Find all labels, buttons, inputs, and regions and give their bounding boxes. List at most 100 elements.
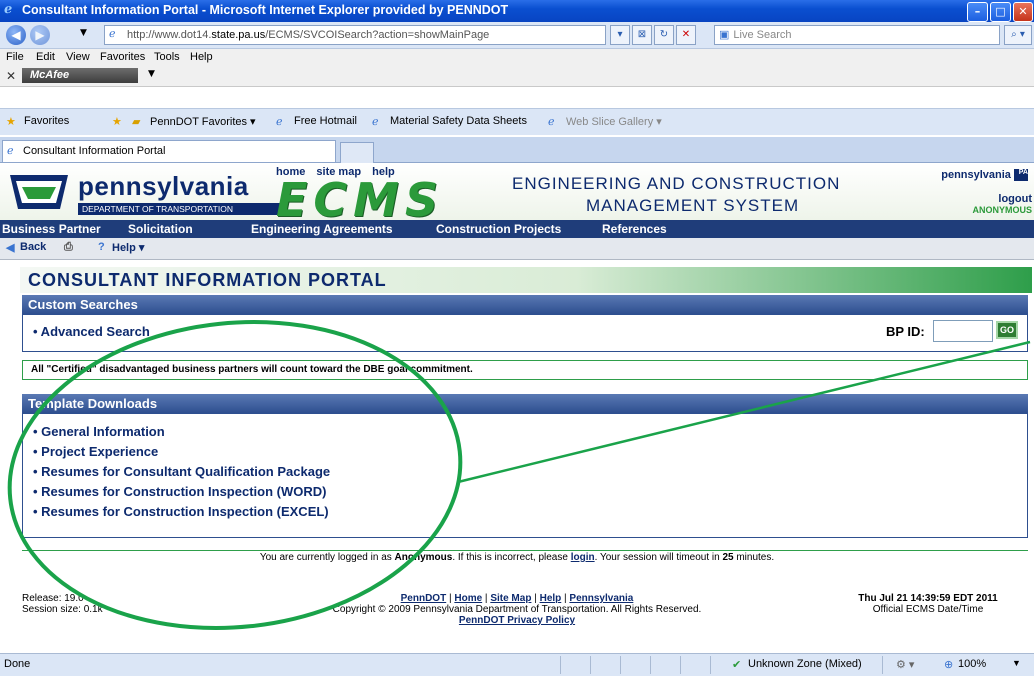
window-title-bar: ℯ Consultant Information Portal - Micros… [0,0,1034,22]
privacy-policy-link[interactable]: PennDOT Privacy Policy [459,615,575,626]
menu-favorites[interactable]: Favorites [100,51,145,63]
zoom-level[interactable]: 100% [958,658,986,670]
download-resumes-cqp[interactable]: • Resumes for Consultant Qualification P… [33,464,330,479]
go-button[interactable]: GO [996,321,1018,339]
footer-penndot-link[interactable]: PennDOT [401,593,447,604]
login-link[interactable]: login [571,552,595,563]
help-dropdown[interactable]: Help ▾ [112,241,144,254]
nav-construction-projects[interactable]: Construction Projects [436,222,561,236]
system-name-line1: ENGINEERING AND CONSTRUCTION [512,174,841,193]
footer-pennsylvania-link[interactable]: Pennsylvania [569,593,633,604]
menu-edit[interactable]: Edit [36,51,55,63]
zoom-dropdown-icon[interactable]: ▼ [1012,658,1021,668]
maximize-button[interactable]: □ [990,2,1011,22]
nav-business-partner[interactable]: Business Partner [2,222,101,236]
nav-references[interactable]: References [602,222,667,236]
fav-msds[interactable]: Material Safety Data Sheets [390,115,527,127]
footer-help-link[interactable]: Help [540,593,562,604]
pa-right-brand: pennsylvania PA [941,169,1028,182]
main-nav: Business Partner Solicitation Engineerin… [0,220,1034,238]
session-message: You are currently logged in as Anonymous… [259,552,775,563]
protected-mode-icon[interactable]: ⚙ ▾ [896,658,914,671]
refresh-icon[interactable]: ↻ [654,25,674,45]
address-toolbar: ◀ ▶ ▼ ℯ http://www.dot14.state.pa.us/ECMS… [0,22,1034,49]
menu-tools[interactable]: Tools [154,51,180,63]
page-title-bar: CONSULTANT INFORMATION PORTAL [20,267,1032,293]
nav-solicitation[interactable]: Solicitation [128,222,193,236]
page-icon: ℯ [7,145,14,157]
bp-id-label: BP ID: [886,324,925,339]
footer-home-link[interactable]: Home [454,593,482,604]
favorites-button[interactable]: Favorites [24,115,69,127]
mcafee-button[interactable]: McAfee [22,68,138,83]
add-favorites-icon[interactable]: ★ [112,115,122,128]
window-title: Consultant Information Portal - Microsof… [22,3,509,17]
custom-searches-header: Custom Searches [22,295,1028,314]
status-bar: Done ✔ Unknown Zone (Mixed) ⚙ ▾ ⊕ 100% ▼ [0,653,1034,676]
page-icon: ℯ [109,28,116,40]
live-search-input[interactable]: ▣ Live Search [714,25,1000,45]
logout-link[interactable]: logout [998,193,1032,205]
close-toolbar-icon[interactable]: ✕ [6,69,16,83]
download-general-information[interactable]: • General Information [33,424,165,439]
nav-engineering-agreements[interactable]: Engineering Agreements [251,222,393,236]
minimize-button[interactable]: – [967,2,988,22]
history-dropdown-icon[interactable]: ▼ [80,28,87,38]
address-bar[interactable]: ℯ http://www.dot14.state.pa.us/ECMS/SVCOI… [104,25,606,45]
fav-web-slice[interactable]: Web Slice Gallery ▾ [566,115,662,128]
new-tab-button[interactable] [340,142,374,163]
menu-file[interactable]: File [6,51,24,63]
custom-searches-box: • Advanced Search [22,314,1028,352]
zoom-icon: ⊕ [944,659,954,671]
compatibility-view-icon[interactable]: ⊠ [632,25,652,45]
back-button[interactable]: Back [20,241,46,253]
menu-bar: File Edit View Favorites Tools Help [0,49,1034,66]
ecms-logo: ECMS [276,173,445,227]
zone-check-icon: ✔ [732,659,742,671]
download-resumes-ci-word[interactable]: • Resumes for Construction Inspection (W… [33,484,326,499]
back-icon: ◀ [6,242,15,254]
template-downloads-box: • General Information • Project Experien… [22,413,1028,538]
page-title: CONSULTANT INFORMATION PORTAL [28,270,387,290]
address-dropdown-icon[interactable]: ▾ [610,25,630,45]
pa-flag-icon: PA [1014,169,1028,182]
tab-consultant-portal[interactable]: ℯ Consultant Information Portal [2,140,336,162]
menu-help[interactable]: Help [190,51,213,63]
advanced-search-link[interactable]: • Advanced Search [33,324,150,339]
ie-logo-icon: ℯ [4,2,13,17]
ecms-datetime: Thu Jul 21 14:39:59 EDT 2011 Official EC… [858,593,998,615]
forward-arrow-icon[interactable]: ▶ [30,25,50,45]
menu-view[interactable]: View [66,51,90,63]
template-downloads-header: Template Downloads [22,394,1028,413]
print-icon[interactable]: ⎙ [64,241,73,254]
divider [22,550,1028,551]
user-name: ANONYMOUS [972,205,1032,215]
footer-sitemap-link[interactable]: Site Map [490,593,531,604]
favorites-star-icon: ★ [6,116,16,128]
pa-dept: DEPARTMENT OF TRANSPORTATION [78,203,282,215]
back-arrow-icon[interactable]: ◀ [6,25,26,45]
mcafee-toolbar: ✕ McAfee ▼ [0,66,1034,87]
mcafee-dropdown-icon[interactable]: ▼ [148,69,155,79]
page-icon: ℯ [372,116,379,128]
keystone-logo-icon [10,175,68,209]
security-zone[interactable]: Unknown Zone (Mixed) [748,658,862,670]
status-text: Done [4,658,31,670]
tab-bar: ℯ Consultant Information Portal [0,137,1034,163]
download-project-experience[interactable]: • Project Experience [33,444,158,459]
stop-icon[interactable]: ✕ [676,25,696,45]
pa-name: pennsylvania [78,171,249,201]
help-icon: ? [98,241,105,253]
folder-icon: ▰ [132,116,141,128]
system-name-line2: MANAGEMENT SYSTEM [586,196,800,215]
fav-penndot[interactable]: PennDOT Favorites ▾ [150,115,256,128]
page-icon: ℯ [276,116,283,128]
dbe-note: All "Certified" disadvantaged business p… [22,360,1028,380]
fav-hotmail[interactable]: Free Hotmail [294,115,357,127]
page-icon: ℯ [548,116,555,128]
bp-id-input[interactable] [933,320,993,342]
close-button[interactable]: ✕ [1013,2,1033,22]
search-icon[interactable]: ⌕ ▾ [1004,25,1032,45]
ecms-header: pennsylvania DEPARTMENT OF TRANSPORTATIO… [0,163,1034,227]
download-resumes-ci-excel[interactable]: • Resumes for Construction Inspection (E… [33,504,329,519]
